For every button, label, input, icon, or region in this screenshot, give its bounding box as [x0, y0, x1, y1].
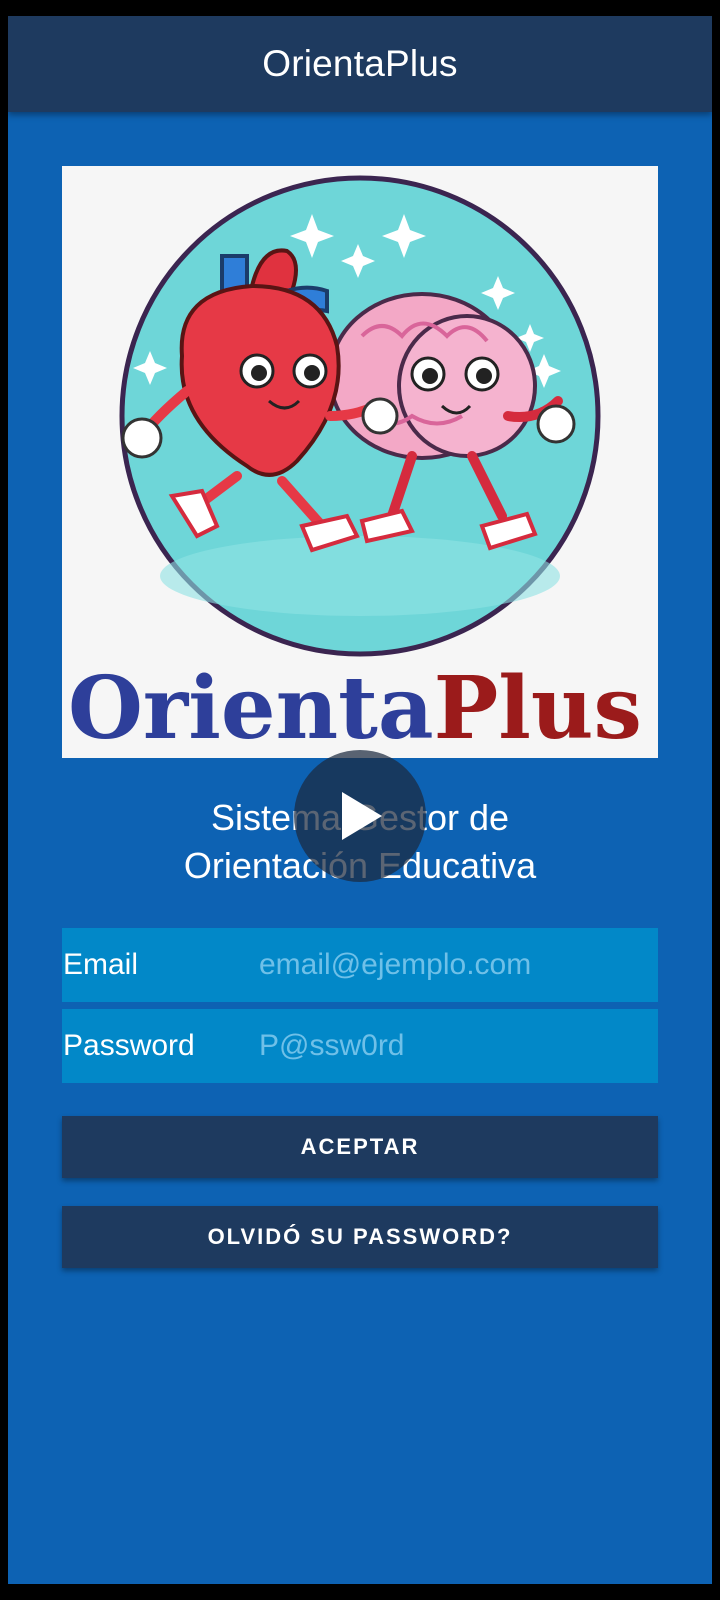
- email-label: Email: [63, 948, 139, 981]
- forgot-password-button[interactable]: OLVIDÓ SU PASSWORD?: [62, 1206, 658, 1268]
- orientaplus-logo: OrientaPlus: [62, 166, 658, 758]
- app-title: OrientaPlus: [262, 43, 458, 84]
- email-row: Email: [62, 928, 658, 1002]
- video-play-button[interactable]: [294, 750, 426, 882]
- password-label: Password: [63, 1029, 195, 1062]
- email-field[interactable]: [259, 935, 658, 995]
- svg-text:OrientaPlus: OrientaPlus: [68, 658, 642, 758]
- app-bar: OrientaPlus: [8, 16, 712, 112]
- logo-wordmark-orienta: Orienta: [68, 658, 434, 758]
- password-row: Password: [62, 1009, 658, 1083]
- password-field[interactable]: [259, 1016, 658, 1076]
- play-icon: [342, 792, 382, 840]
- accept-button[interactable]: ACEPTAR: [62, 1116, 658, 1178]
- logo-wordmark-plus: Plus: [434, 658, 642, 758]
- app-screen: OrientaPlus OrientaPlus Sistema de Orien…: [8, 16, 712, 1584]
